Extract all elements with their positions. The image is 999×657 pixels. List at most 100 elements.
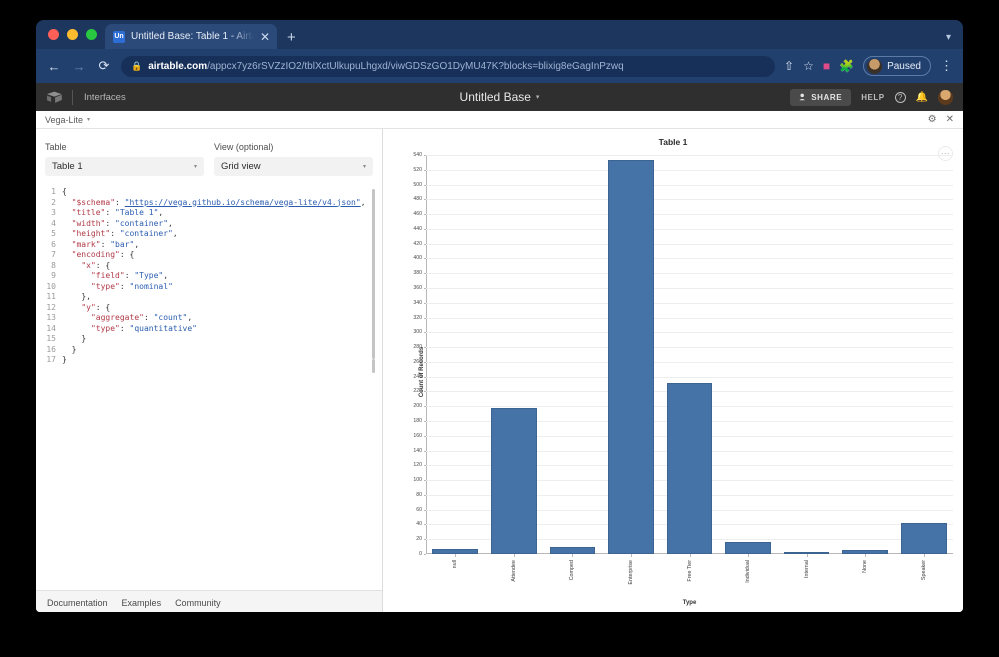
y-tick-label: 400 [413,255,422,262]
bar-slot: Speaker [895,155,954,580]
y-tick-label: 220 [413,388,422,395]
airtable-logo[interactable] [46,91,63,104]
x-tick-mark [865,554,867,557]
view-select-value: Grid view [221,161,261,172]
editor-scrollbar-thumb[interactable] [372,359,375,373]
x-tick-label: Enterprise [627,560,634,585]
footer-link-examples[interactable]: Examples [122,598,162,608]
x-tick-label: null [452,560,459,569]
help-link[interactable]: HELP [861,93,884,102]
y-tick-label: 460 [413,211,422,218]
view-select[interactable]: Grid view ▾ [214,157,373,176]
window-traffic-lights [46,20,105,49]
x-tick-mark [923,554,925,557]
y-tick-label: 20 [416,536,422,543]
app-bar-actions: SHARE HELP ? 🔔 [790,88,953,106]
x-tick-mark [806,554,808,557]
x-tick-mark [513,554,515,557]
tab-close-icon[interactable]: ✕ [260,30,270,44]
chart-title: Table 1 [658,137,688,147]
page-title: Untitled Base [459,90,531,104]
chevron-down-icon[interactable]: ▾ [87,116,90,123]
block-name[interactable]: Vega-Lite [45,115,83,125]
url-host: airtable.com [148,60,208,72]
chevron-down-icon[interactable]: ▾ [536,93,540,101]
y-tick-label: 360 [413,284,422,291]
bar-slot: Enterprise [602,155,661,585]
chevron-down-icon[interactable]: ▾ [946,32,951,43]
lock-icon: 🔒 [131,60,143,71]
y-tick-label: 120 [413,462,422,469]
share-icon[interactable]: ⇧ [784,59,794,73]
x-tick-mark [630,554,632,557]
bar-slot: Attendee [485,155,544,582]
footer-link-community[interactable]: Community [175,598,221,608]
editor-panel: Table Table 1 ▾ View (optional) Grid vie… [36,129,383,612]
y-tick-label: 320 [413,314,422,321]
puzzle-extension-icon[interactable]: 🧩 [839,59,854,73]
url-text: airtable.com/appcx7yz6rSVZzIO2/tblXctUlk… [148,61,624,72]
footer-link-documentation[interactable]: Documentation [47,598,108,608]
avatar [867,58,883,74]
reload-button[interactable]: ⟳ [96,58,112,74]
y-tick-label: 0 [419,551,422,557]
address-bar[interactable]: 🔒 airtable.com/appcx7yz6rSVZzIO2/tblXctU… [121,55,776,77]
help-icon[interactable]: ? [894,91,906,103]
bar-slot: null [426,155,485,568]
x-axis-title: Type [682,600,697,606]
table-select[interactable]: Table 1 ▾ [45,157,204,176]
y-tick-label: 480 [413,196,422,203]
y-tick-label: 60 [416,506,422,513]
chart-panel: Table 1 ⋯ Count of Records 0 20 40 60 80 100 1… [383,129,963,612]
browser-window: Un Untitled Base: Table 1 - Airtable ✕ +… [36,20,963,612]
profile-paused-chip[interactable]: Paused [863,56,931,76]
bar-slot: Comped [543,155,602,580]
source-selectors: Table Table 1 ▾ View (optional) Grid vie… [36,129,382,176]
new-tab-button[interactable]: + [287,30,296,45]
gear-icon[interactable]: ⚙ [928,114,937,125]
x-tick-label: Speaker [920,560,927,581]
block-header-actions: ⚙ ✕ [928,114,954,125]
code-editor[interactable]: 1 2 3 4 5 6 7 8 9 10 11 12 13 14 15 16 1… [36,187,376,590]
tab-title: Untitled Base: Table 1 - Airtable [131,31,254,42]
notifications-bell-icon[interactable]: 🔔 [916,92,928,103]
bar[interactable] [549,547,596,554]
browser-tab[interactable]: Un Untitled Base: Table 1 - Airtable ✕ [105,24,277,49]
bar[interactable] [491,408,537,554]
x-tick-label: Free Tier [686,560,693,582]
airtable-app-bar: Interfaces Untitled Base ▾ SHARE HELP ? … [36,83,963,111]
interfaces-link[interactable]: Interfaces [84,92,126,103]
editor-line-numbers: 1 2 3 4 5 6 7 8 9 10 11 12 13 14 15 16 1… [46,187,56,364]
close-icon[interactable]: ✕ [946,114,954,125]
bar-slot: Free Tier [660,155,719,582]
y-tick-label: 140 [413,447,422,454]
browser-menu-icon[interactable]: ⋮ [940,58,953,74]
view-field-label: View (optional) [214,142,274,152]
code-editor-wrap[interactable]: 1 2 3 4 5 6 7 8 9 10 11 12 13 14 15 16 1… [36,187,376,590]
extension-icon[interactable]: ■ [823,59,830,73]
editor-code-content[interactable]: { "$schema": "https://vega.github.io/sch… [62,187,376,590]
bars-layer: null Attendee Comped Enterprise Free Tier Ind… [426,155,954,585]
editor-scrollbar[interactable] [372,189,375,359]
maximize-window-button[interactable] [86,29,97,40]
user-avatar[interactable] [938,89,953,105]
bar-slot: Individual [719,155,778,583]
forward-button[interactable]: → [71,59,87,74]
bar[interactable] [725,542,771,554]
bar-slot: Internal [777,155,836,578]
close-window-button[interactable] [48,29,59,40]
block-body: Table Table 1 ▾ View (optional) Grid vie… [36,129,963,612]
share-button[interactable]: SHARE [790,88,852,106]
bookmark-star-icon[interactable]: ☆ [803,59,814,73]
bar[interactable] [900,522,947,554]
y-tick-label: 340 [413,299,422,306]
x-tick-label: Internal [803,560,810,578]
minimize-window-button[interactable] [67,29,78,40]
table-field-group: Table Table 1 ▾ [45,142,204,176]
bar[interactable] [608,160,654,554]
y-tick-label: 160 [413,432,422,439]
tab-favicon: Un [113,30,125,43]
bar[interactable] [666,383,713,554]
back-button[interactable]: ← [46,59,62,74]
y-tick-label: 260 [413,358,422,365]
